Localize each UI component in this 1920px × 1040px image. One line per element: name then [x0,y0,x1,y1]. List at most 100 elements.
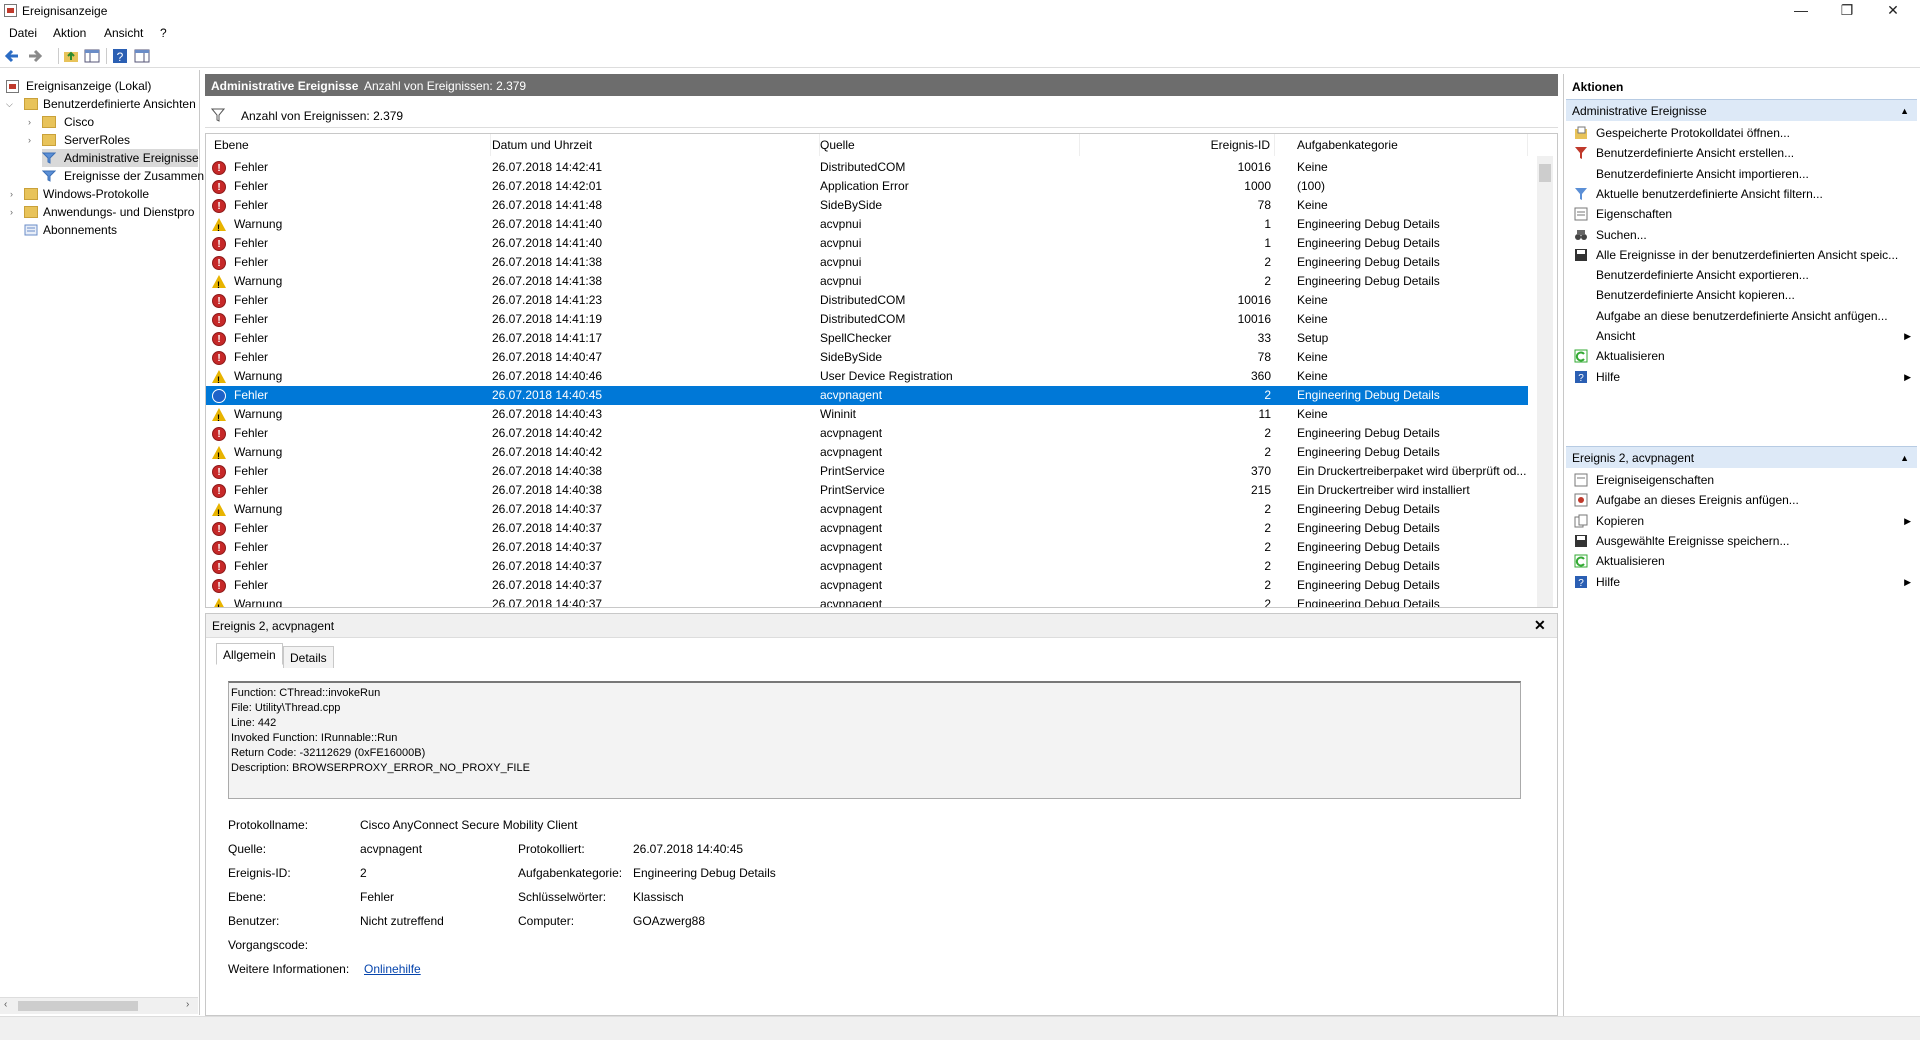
up-folder-icon[interactable] [63,48,79,64]
table-vertical-scrollbar[interactable] [1537,156,1553,607]
table-row[interactable]: Warnung 26.07.2018 14:40:42 acvpnagent 2 Eng… [206,443,1528,466]
show-hide-action-pane-icon[interactable] [134,48,150,64]
table-row[interactable]: Fehler 26.07.2018 14:42:01 Application Err… [206,177,1528,197]
table-row[interactable]: Warnung 26.07.2018 14:40:46 User Device Re… [206,367,1528,390]
restore-button[interactable]: ❐ [1824,0,1870,22]
help-icon[interactable]: ? [112,48,128,64]
action-item[interactable]: Suchen... [1566,224,1917,246]
action-item[interactable]: Aktuelle benutzerdefinierte Ansicht filt… [1566,183,1917,205]
table-row[interactable]: Fehler 26.07.2018 14:41:19 DistributedCOM 1… [206,310,1528,330]
cell-id: 2 [1264,445,1271,459]
table-row[interactable]: Fehler 26.07.2018 14:42:41 DistributedCOM 1… [206,158,1528,178]
column-header-date[interactable]: Datum und Uhrzeit [492,134,820,156]
tree-label: Abonnements [43,223,118,237]
table-row[interactable]: Fehler 26.07.2018 14:40:42 acvpnagent 2 Engi… [206,424,1528,444]
table-row[interactable]: Fehler 26.07.2018 14:40:37 acvpnagent 2 Engi… [206,576,1528,596]
tree-label: Ereignisanzeige (Lokal) [26,79,152,93]
action-item[interactable]: Ereigniseigenschaften [1566,469,1917,491]
menu-help[interactable]: ? [160,26,167,40]
table-row[interactable]: Fehler 26.07.2018 14:40:38 PrintService 215… [206,481,1528,501]
table-row[interactable]: Fehler 26.07.2018 14:40:37 acvpnagent 2 Engi… [206,519,1528,539]
action-item[interactable]: Aufgabe an diese benutzerdefinierte Ansi… [1566,305,1917,327]
close-detail-button[interactable]: ✕ [1534,617,1546,634]
action-item[interactable]: Benutzerdefinierte Ansicht importieren..… [1566,163,1917,185]
action-item[interactable]: ? Hilfe ▶ [1566,571,1917,593]
table-row[interactable]: Fehler 26.07.2018 14:41:40 acvpnui 1 Enginee… [206,234,1528,254]
chevron-right-icon[interactable]: › [10,203,19,221]
scroll-right-icon[interactable]: › [186,999,189,1010]
action-item[interactable]: Ausgewählte Ereignisse speichern... [1566,530,1917,552]
column-header-task-category[interactable]: Aufgabenkategorie [1297,134,1528,156]
action-item[interactable]: Kopieren ▶ [1566,510,1917,532]
actions-section-event[interactable]: Ereignis 2, acvpnagent ▲ [1566,446,1917,468]
table-row[interactable]: Warnung 26.07.2018 14:40:37 acvpnagent 2 Eng… [206,500,1528,523]
column-header-level[interactable]: Ebene [214,134,491,156]
chevron-right-icon[interactable]: › [10,185,19,203]
label-eventid: Ereignis-ID: [228,866,291,880]
table-row[interactable]: Warnung 26.07.2018 14:41:38 acvpnui 2 Engine… [206,272,1528,295]
action-item[interactable]: Benutzerdefinierte Ansicht erstellen... [1566,142,1917,164]
action-item[interactable]: Ansicht ▶ [1566,325,1917,347]
minimize-button[interactable]: — [1778,0,1824,22]
menu-aktion[interactable]: Aktion [53,26,86,40]
tab-allgemein[interactable]: Allgemein [216,643,283,665]
cell-date: 26.07.2018 14:41:23 [492,293,603,307]
tree-node-admin-events[interactable]: Administrative Ereignisse [42,149,199,167]
table-row[interactable]: Fehler 26.07.2018 14:41:48 SideBySide 78 Kei… [206,196,1528,216]
folder-icon [24,188,38,200]
table-row[interactable]: Warnung 26.07.2018 14:41:40 acvpnui 1 Engine… [206,215,1528,238]
menu-ansicht[interactable]: Ansicht [104,26,143,40]
show-hide-tree-icon[interactable] [84,48,100,64]
forward-arrow-icon[interactable] [27,48,43,64]
action-item[interactable]: Eigenschaften [1566,203,1917,225]
error-icon [212,539,226,558]
back-arrow-icon[interactable] [4,48,20,64]
collapse-arrow-icon[interactable]: ▲ [1900,447,1909,469]
table-row[interactable]: Fehler 26.07.2018 14:40:37 acvpnagent 2 Engi… [206,538,1528,558]
tab-details[interactable]: Details [283,646,334,668]
action-item[interactable]: Aktualisieren [1566,345,1917,367]
table-row[interactable]: Fehler 26.07.2018 14:41:38 acvpnui 2 Enginee… [206,253,1528,273]
collapse-arrow-icon[interactable]: ▲ [1900,100,1909,122]
chevron-right-icon[interactable]: › [28,131,37,149]
cell-source: acvpnagent [820,540,883,554]
action-item[interactable]: Benutzerdefinierte Ansicht kopieren... [1566,284,1917,306]
tree-label: Benutzerdefinierte Ansichten [43,97,196,111]
scroll-left-icon[interactable]: ‹ [4,999,7,1010]
online-help-link[interactable]: Onlinehilfe [364,962,421,976]
toolbar-separator [106,48,107,64]
action-item[interactable]: Aktualisieren [1566,550,1917,572]
error-icon [212,389,226,403]
table-row[interactable]: Fehler 26.07.2018 14:40:45 acvpnagent 2 Engi… [206,386,1528,405]
table-row[interactable]: Fehler 26.07.2018 14:40:47 SideBySide 78 Kei… [206,348,1528,368]
chevron-down-icon[interactable]: ⌵ [6,95,15,113]
table-row[interactable]: Fehler 26.07.2018 14:40:37 acvpnagent 2 Engi… [206,557,1528,577]
events-table: Ebene Datum und Uhrzeit Quelle Ereignis-… [205,133,1558,608]
error-icon [212,558,226,577]
cell-level: Fehler [234,255,269,269]
table-row[interactable]: Fehler 26.07.2018 14:41:17 SpellChecker 33 S… [206,329,1528,349]
event-description[interactable]: Function: CThread::invokeRun File: Utili… [228,681,1521,799]
action-item[interactable]: Alle Ereignisse in der benutzerdefiniert… [1566,244,1917,266]
warning-icon [212,408,226,428]
value-eventid: 2 [360,866,367,880]
table-row[interactable]: Fehler 26.07.2018 14:40:38 PrintService 370… [206,462,1528,482]
table-row[interactable]: Warnung 26.07.2018 14:40:43 Wininit 11 Keine [206,405,1528,428]
column-header-source[interactable]: Quelle [820,134,1080,156]
scroll-thumb[interactable] [18,1001,138,1011]
action-item[interactable]: Gespeicherte Protokolldatei öffnen... [1566,122,1917,144]
tree-horizontal-scrollbar[interactable]: ‹ › [0,997,198,1014]
table-row[interactable]: Warnung 26.07.2018 14:40:37 acvpnagent 2 Eng… [206,595,1528,607]
scroll-thumb[interactable] [1539,164,1551,182]
action-item[interactable]: ? Hilfe ▶ [1566,366,1917,388]
action-item[interactable]: Aufgabe an dieses Ereignis anfügen... [1566,489,1917,511]
table-row[interactable]: Fehler 26.07.2018 14:41:23 DistributedCOM 1… [206,291,1528,311]
close-window-button[interactable]: ✕ [1870,0,1916,22]
action-label: Ausgewählte Ereignisse speichern... [1596,533,1790,548]
cell-source: Application Error [820,179,909,193]
actions-section-view[interactable]: Administrative Ereignisse ▲ [1566,99,1917,121]
action-item[interactable]: Benutzerdefinierte Ansicht exportieren..… [1566,264,1917,286]
column-header-event-id[interactable]: Ereignis-ID [1082,134,1275,156]
chevron-right-icon[interactable]: › [28,113,37,131]
menu-datei[interactable]: Datei [9,26,37,40]
